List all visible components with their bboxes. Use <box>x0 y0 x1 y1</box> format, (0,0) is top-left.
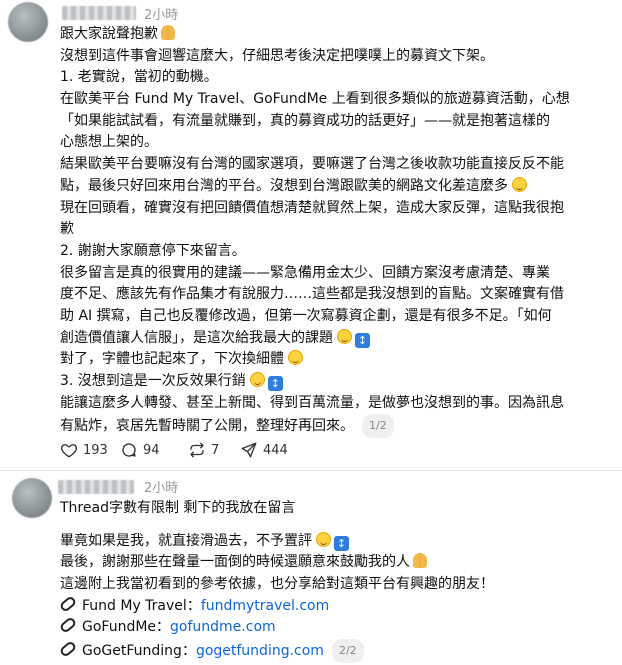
post-intro: Thread字數有限制 剩下的我放在留言 <box>60 500 296 516</box>
post-line: 歉 <box>60 221 74 238</box>
link-icon <box>58 616 78 635</box>
username-blurred[interactable] <box>58 480 134 494</box>
like-button[interactable]: 193 <box>60 441 108 459</box>
post-line: 1. 老實說，當初的動機。 <box>60 69 218 86</box>
post-body: Thread字數有限制 剩下的我放在留言 畢竟如果是我，就直接滑過去，不予置評 ↕… <box>58 498 616 663</box>
post-line: 2. 謝謝大家願意停下來留言。 <box>60 242 246 259</box>
post-line: 很多留言是真的很實用的建議——緊急備用金太少、回饋方案沒考慮清楚、專業 <box>60 264 550 281</box>
repost-icon <box>190 442 204 458</box>
post-line: 能讓這麼多人轉發、甚至上新聞、得到百萬流量，是做夢也沒想到的事。因為訊息 <box>60 394 564 411</box>
comment-icon <box>122 443 136 457</box>
post-line: 跟大家說聲抱歉 <box>60 24 616 46</box>
avatar[interactable] <box>12 478 52 518</box>
post-line: 心態想上架的。 <box>60 134 158 151</box>
grin-emoji-icon <box>512 176 527 192</box>
post-line: 在歐美平台 Fund My Travel、GoFundMe 上看到很多類似的旅遊… <box>60 91 570 108</box>
post-line: 點，最後只好回來用台灣的平台。沒想到台灣跟歐美的網路文化差這麼多 <box>60 176 616 198</box>
post-body: 跟大家說聲抱歉 沒想到這件事會迴響這麼大，仔細思考後決定把噗噗上的募資文下架。 … <box>60 24 616 439</box>
post-line: 結果歐美平台要嘛沒有台灣的國家選項，要嘛選了台灣之後收款功能直接反反不能 <box>60 156 564 173</box>
smile-emoji-icon <box>249 372 265 387</box>
link-gofundme[interactable]: gofundme.com <box>170 619 276 635</box>
smile-emoji-icon <box>316 531 331 547</box>
comment-count: 94 <box>143 442 160 458</box>
share-count: 444 <box>263 442 288 458</box>
post-line: 助 AI 撰寫，自己也反覆修改過，但第一次寫募資企劃，還是有很多不足。「如何 <box>60 307 552 324</box>
up-down-arrow-icon: ↕ <box>267 376 283 391</box>
comment-button[interactable]: 94 <box>120 441 160 459</box>
post-line: 最後，謝謝那些在聲量一面倒的時候還願意來鼓勵我的人 <box>60 552 616 574</box>
link-icon <box>58 594 78 613</box>
avatar[interactable] <box>8 2 48 42</box>
up-down-arrow-icon: ↕ <box>355 332 370 348</box>
link-row: GoGetFunding：gogetfunding.com 2/2 <box>58 639 616 663</box>
link-row: Fund My Travel：fundmytravel.com <box>58 594 616 618</box>
share-button[interactable]: 444 <box>240 441 288 459</box>
repost-count: 7 <box>211 442 220 458</box>
pray-emoji-icon <box>413 553 427 569</box>
link-fundmytravel[interactable]: fundmytravel.com <box>201 598 329 614</box>
post-line: 「如果能試試看，有流量就賺到，真的募資成功的話更好」——就是抱著這樣的 <box>60 112 550 129</box>
post-line: 沒想到這件事會迴響這麼大，仔細思考後決定把噗噗上的募資文下架。 <box>60 47 494 64</box>
post-divider <box>0 470 622 471</box>
up-down-arrow-icon: ↕ <box>334 535 349 551</box>
heart-icon <box>60 444 78 458</box>
post-line: 畢竟如果是我，就直接滑過去，不予置評 ↕ <box>60 531 616 553</box>
post-line: 這邊附上我當初看到的參考依據，也分享給對這類平台有興趣的朋友！ <box>60 576 494 593</box>
page-badge: 2/2 <box>331 639 364 663</box>
page-badge: 1/2 <box>362 414 394 439</box>
post-line: 度不足、應該先有作品集才有說服力……這些都是我沒想到的盲點。文案確實有借 <box>60 286 564 303</box>
repost-button[interactable]: 7 <box>188 441 219 459</box>
pray-emoji-icon <box>161 25 175 40</box>
post-line: 有點炸，哀居先暫時關了公開，整理好再回來。 1/2 <box>60 414 616 439</box>
username-blurred[interactable] <box>62 6 136 20</box>
post-line: 對了，字體也記起來了，下次換細體 <box>60 349 616 371</box>
like-count: 193 <box>83 442 108 458</box>
smile-emoji-icon <box>337 328 352 344</box>
post-line: 3. 沒想到這是一次反效果行銷 ↕ <box>60 371 616 393</box>
post-time: 2小時 <box>144 481 179 496</box>
link-row: GoFundMe：gofundme.com <box>58 616 616 639</box>
post-line: 現在回頭看，確實沒有把回饋價值想清楚就貿然上架，造成大家反彈，這點我很抱 <box>60 199 564 216</box>
post-time: 2小時 <box>144 8 179 23</box>
share-icon <box>241 442 257 458</box>
link-icon <box>58 640 78 659</box>
grin-emoji-icon <box>288 350 303 366</box>
post-line: 創造價值讓人信服」，是這次給我最大的課題 ↕ <box>60 328 616 350</box>
link-gogetfunding[interactable]: gogetfunding.com <box>196 643 324 659</box>
